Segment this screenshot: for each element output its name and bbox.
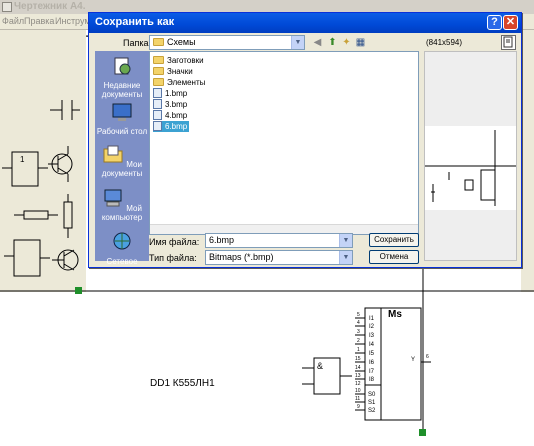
place-network-label: Сетевое <box>106 257 138 266</box>
chip-input-I1: I1 <box>369 316 375 322</box>
up-folder-icon[interactable]: ⬆ <box>326 36 339 49</box>
folder-name: Схемы <box>167 37 196 47</box>
filetype-select[interactable]: Bitmaps (*.bmp) ▼ <box>205 250 353 265</box>
chip-input-I2: I2 <box>369 324 375 330</box>
chip-select-S0: S0 <box>368 392 376 398</box>
place-desktop-label: Рабочий стол <box>96 127 148 136</box>
chip-pin-11: 11 <box>355 396 360 402</box>
bitmap-file-icon <box>153 110 162 120</box>
list-item-label: 3.bmp <box>165 100 188 109</box>
list-item-label: Значки <box>167 67 193 76</box>
folder-select-value: Схемы <box>153 37 196 47</box>
chip-pin-14: 14 <box>355 365 361 371</box>
chip-select-S2: S2 <box>368 408 376 414</box>
chip-output: Y <box>411 357 415 363</box>
place-network[interactable]: Сетевое <box>95 231 149 266</box>
chip-input-I3: I3 <box>369 333 375 339</box>
chip-pin-5: 5 <box>357 312 360 318</box>
chip-input-I6: I6 <box>369 360 375 366</box>
filename-label: Имя файла: <box>149 237 200 247</box>
folder-icon <box>153 56 164 64</box>
list-item-label: Элементы <box>167 78 206 87</box>
places-bar: Недавние документы Рабочий стол Мои доку… <box>95 51 149 266</box>
list-item-label: 6.bmp <box>165 122 188 131</box>
list-item-file[interactable]: 1.bmp <box>153 88 189 99</box>
preview-icon <box>503 36 513 48</box>
network-icon <box>113 232 131 250</box>
chip-select-S1: S1 <box>368 400 376 406</box>
and-gate[interactable] <box>302 357 352 395</box>
chip-pin-1: 1 <box>357 347 360 353</box>
filename-input[interactable]: 6.bmp ▼ <box>205 233 353 248</box>
bitmap-file-icon <box>153 99 162 109</box>
chip-input-I5: I5 <box>369 351 375 357</box>
list-item-file-selected[interactable]: 6.bmp <box>153 121 190 132</box>
list-item-folder[interactable]: Элементы <box>153 77 207 88</box>
preview-toggle-button[interactable] <box>501 35 516 50</box>
chip-pin-15: 15 <box>355 356 361 362</box>
list-item-label: Заготовки <box>167 56 204 65</box>
selection-marker-right[interactable] <box>419 429 426 436</box>
bitmap-file-icon <box>153 88 162 98</box>
chip-pin-2: 2 <box>357 338 360 344</box>
save-button[interactable]: Сохранить <box>369 233 419 247</box>
chip-input-I4: I4 <box>369 342 375 348</box>
folder-icon <box>153 38 164 46</box>
chip-input-I8: I8 <box>369 377 375 383</box>
view-menu-icon[interactable]: ▦ <box>354 36 367 49</box>
chip-output-pin: 6 <box>426 354 429 360</box>
list-item-folder[interactable]: Заготовки <box>153 55 206 66</box>
my-docs-icon <box>103 145 123 163</box>
dialog-title: Сохранить как <box>95 16 175 28</box>
multiplexer-chip[interactable] <box>355 307 431 421</box>
list-item-file[interactable]: 4.bmp <box>153 110 189 121</box>
chevron-down-icon[interactable]: ▼ <box>339 234 352 247</box>
my-computer-icon <box>104 189 122 207</box>
close-button[interactable]: ✕ <box>503 15 518 30</box>
preview-thumbnail <box>425 126 516 210</box>
folder-select[interactable]: Схемы ▼ <box>149 35 305 50</box>
chip-pin-4: 4 <box>357 320 360 326</box>
place-desktop[interactable]: Рабочий стол <box>95 101 149 136</box>
folder-label: Папка: <box>123 38 151 48</box>
chip-pin-12: 12 <box>355 381 361 387</box>
place-recent-label: Недавние документы <box>101 81 143 99</box>
chevron-down-icon[interactable]: ▼ <box>291 36 304 49</box>
chip-pin-10: 10 <box>355 388 361 394</box>
place-recent[interactable]: Недавние документы <box>95 55 149 99</box>
dialog-titlebar[interactable]: Сохранить как ? ✕ <box>89 13 521 33</box>
folder-icon <box>153 67 164 75</box>
chip-title: Ms <box>388 309 402 320</box>
help-button[interactable]: ? <box>487 15 502 30</box>
bitmap-file-icon <box>153 121 162 131</box>
list-item-label: 4.bmp <box>165 111 188 120</box>
list-item-label: 1.bmp <box>165 89 188 98</box>
chip-pin-13: 13 <box>355 373 361 379</box>
image-preview <box>424 51 517 261</box>
file-list[interactable]: Заготовки Значки Элементы 1.bmp 3.bmp 4.… <box>149 51 419 235</box>
and-gate-symbol: & <box>317 361 323 371</box>
preview-size: (841x594) <box>426 38 463 47</box>
chevron-down-icon[interactable]: ▼ <box>339 251 352 264</box>
chip-pin-3: 3 <box>357 329 360 335</box>
filename-value: 6.bmp <box>209 235 235 245</box>
chip-input-I7: I7 <box>369 369 375 375</box>
selection-marker-left[interactable] <box>75 287 82 294</box>
save-as-dialog: Сохранить как ? ✕ Папка: Схемы ▼ ◀ ⬆ ✦ ▦… <box>88 12 522 268</box>
folder-icon <box>153 78 164 86</box>
recent-docs-icon <box>114 57 131 75</box>
component-designation: DD1 К555ЛН1 <box>150 378 215 389</box>
filetype-value: Bitmaps (*.bmp) <box>209 252 274 262</box>
new-folder-icon[interactable]: ✦ <box>340 36 353 49</box>
place-my-documents[interactable]: Мои документы <box>95 143 149 178</box>
back-icon[interactable]: ◀ <box>311 36 324 49</box>
place-my-computer[interactable]: Мой компьютер <box>95 187 149 222</box>
desktop-icon <box>112 103 132 121</box>
filetype-label: Тип файла: <box>149 253 197 263</box>
list-item-folder[interactable]: Значки <box>153 66 195 77</box>
list-item-file[interactable]: 3.bmp <box>153 99 189 110</box>
cancel-button[interactable]: Отмена <box>369 250 419 264</box>
chip-pin-9: 9 <box>357 404 360 410</box>
